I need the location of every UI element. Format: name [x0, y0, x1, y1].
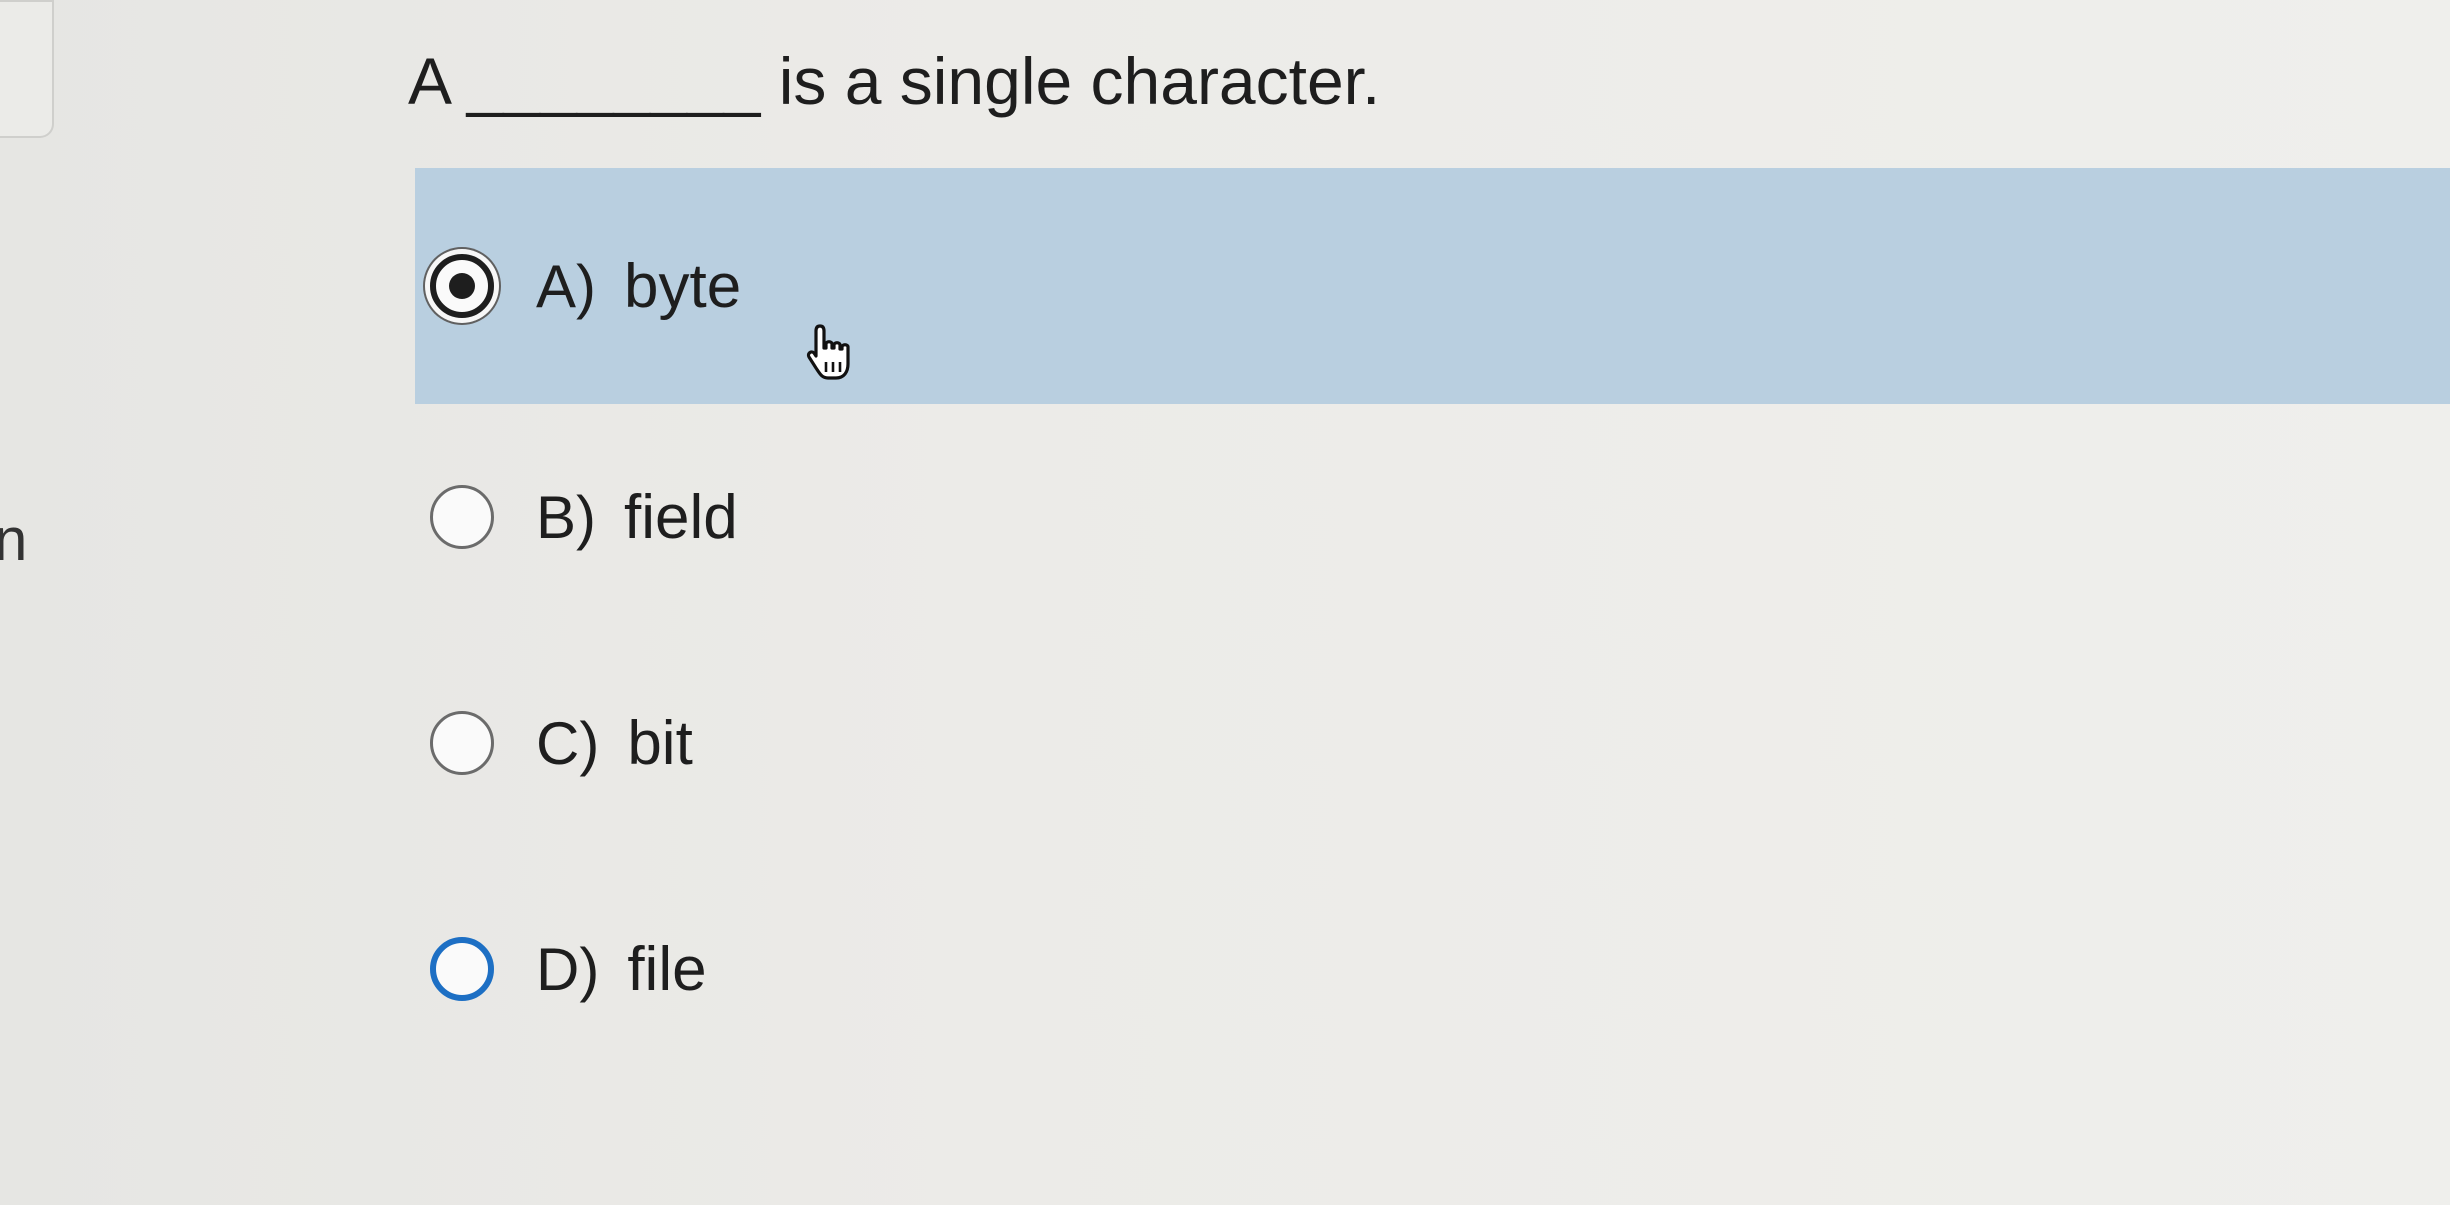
radio-b-icon[interactable]: [430, 485, 494, 549]
answer-options: A) byte B) field C) bit D) file: [415, 168, 2450, 1082]
hand-pointer-icon: [806, 324, 850, 380]
radio-c-icon[interactable]: [430, 711, 494, 775]
option-c[interactable]: C) bit: [415, 630, 2450, 856]
option-a-label: byte: [624, 251, 742, 321]
option-b-label: field: [624, 482, 738, 552]
option-a-letter: A): [536, 252, 596, 320]
option-a[interactable]: A) byte: [415, 168, 2450, 404]
option-d[interactable]: D) file: [415, 856, 2450, 1082]
option-c-letter: C): [536, 709, 600, 777]
question-text: A ________ is a single character.: [408, 44, 1381, 118]
option-d-letter: D): [536, 935, 600, 1003]
radio-d-focused-icon[interactable]: [430, 937, 494, 1001]
radio-a-checked-icon[interactable]: [430, 254, 494, 318]
option-c-label: bit: [627, 708, 693, 778]
side-panel-edge: [0, 0, 54, 138]
side-panel-text-fragment: n: [0, 506, 28, 573]
option-b-letter: B): [536, 483, 596, 551]
option-d-label: file: [627, 934, 707, 1004]
option-b[interactable]: B) field: [415, 404, 2450, 630]
